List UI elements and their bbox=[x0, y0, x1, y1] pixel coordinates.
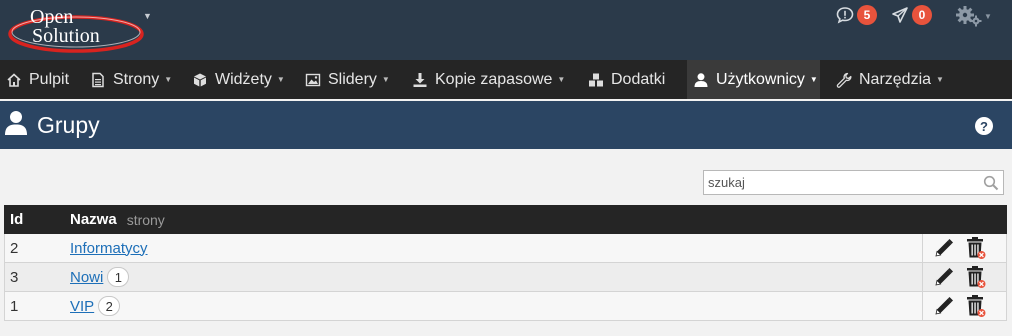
gear-icon bbox=[956, 6, 982, 27]
settings-menu[interactable]: ▼ bbox=[956, 5, 992, 27]
row-name-cell: VIP 2 bbox=[70, 292, 922, 320]
nav-item-pulpit[interactable]: Pulpit bbox=[0, 60, 69, 99]
row-name-cell: Nowi 1 bbox=[70, 263, 922, 291]
table-body: 2 Informatycy 3 Nowi 1 1 VIP 2 bbox=[4, 234, 1007, 321]
dropdown-caret-icon: ▼ bbox=[164, 75, 173, 84]
wrench-icon bbox=[836, 72, 852, 88]
comment-alert-icon bbox=[836, 7, 854, 24]
nav-label-narzedzia: Narzędzia bbox=[859, 70, 932, 88]
nav-label-strony: Strony bbox=[113, 70, 160, 88]
delete-icon[interactable] bbox=[965, 265, 987, 289]
nav-label-dodatki: Dodatki bbox=[611, 70, 666, 88]
table-row: 3 Nowi 1 bbox=[4, 263, 1007, 292]
nav-item-dodatki[interactable]: Dodatki bbox=[582, 60, 665, 99]
column-header-name-sub: strony bbox=[126, 211, 165, 228]
table-row: 2 Informatycy bbox=[4, 234, 1007, 263]
dropdown-caret-icon: ▼ bbox=[936, 75, 944, 84]
nav-item-kopie-zapasowe[interactable]: Kopie zapasowe ▼ bbox=[406, 60, 565, 99]
row-actions bbox=[922, 234, 1006, 262]
sent-notification[interactable]: 0 bbox=[891, 5, 932, 25]
nav-label-kopie-zapasowe: Kopie zapasowe bbox=[435, 70, 553, 88]
user-icon bbox=[5, 111, 27, 135]
dropdown-caret-icon: ▼ bbox=[809, 75, 818, 84]
logo-text-2: Solution bbox=[32, 25, 100, 47]
nav-label-pulpit: Pulpit bbox=[29, 70, 70, 88]
nav-label-slidery: Slidery bbox=[328, 70, 377, 88]
group-link[interactable]: Informatycy bbox=[70, 240, 148, 257]
cubes-icon bbox=[589, 73, 603, 86]
row-id: 3 bbox=[10, 268, 19, 286]
settings-caret-icon: ▼ bbox=[984, 11, 992, 21]
search-box bbox=[703, 170, 1004, 195]
groups-table: Id Nazwa strony 2 Informatycy 3 Nowi 1 1… bbox=[4, 205, 1007, 321]
search-input[interactable] bbox=[704, 172, 983, 193]
download-icon bbox=[413, 72, 427, 87]
delete-icon[interactable] bbox=[965, 294, 987, 318]
top-header: Open Solution ▼ 5 0 ▼ bbox=[0, 0, 1012, 60]
messages-count-badge: 5 bbox=[857, 5, 877, 25]
image-icon bbox=[305, 73, 321, 86]
user-icon bbox=[694, 72, 708, 87]
paper-plane-icon bbox=[892, 7, 908, 23]
dropdown-caret-icon: ▼ bbox=[276, 75, 285, 84]
row-id: 2 bbox=[10, 239, 19, 257]
sent-count-badge: 0 bbox=[912, 5, 932, 25]
dropdown-caret-icon: ▼ bbox=[381, 75, 390, 84]
page-header: Grupy ? bbox=[0, 99, 1012, 149]
row-actions bbox=[922, 263, 1006, 291]
page-title: Grupy bbox=[37, 112, 100, 138]
logo-dropdown-icon[interactable]: ▼ bbox=[143, 11, 152, 21]
group-link[interactable]: VIP bbox=[70, 298, 94, 315]
cube-icon bbox=[194, 73, 206, 86]
row-id: 1 bbox=[10, 297, 19, 315]
nav-item-widzety[interactable]: Widżety ▼ bbox=[186, 60, 285, 99]
nav-item-uzytkownicy[interactable]: Użytkownicy ▼ bbox=[687, 60, 820, 99]
delete-icon[interactable] bbox=[965, 236, 987, 260]
pages-count-badge: 1 bbox=[107, 267, 130, 287]
nav-label-uzytkownicy: Użytkownicy bbox=[716, 70, 805, 88]
edit-icon[interactable] bbox=[933, 266, 955, 288]
table-row: 1 VIP 2 bbox=[4, 292, 1007, 321]
column-header-name[interactable]: Nazwa bbox=[70, 211, 117, 228]
edit-icon[interactable] bbox=[933, 295, 955, 317]
search-icon[interactable] bbox=[983, 175, 999, 191]
home-icon bbox=[7, 72, 21, 87]
pages-count-badge: 2 bbox=[98, 296, 121, 316]
group-link[interactable]: Nowi bbox=[70, 269, 103, 286]
logo[interactable]: Open Solution bbox=[4, 2, 144, 56]
nav-item-slidery[interactable]: Slidery ▼ bbox=[299, 60, 390, 99]
nav-item-strony[interactable]: Strony ▼ bbox=[84, 60, 172, 99]
edit-icon[interactable] bbox=[933, 237, 955, 259]
main-nav: Pulpit Strony ▼ Widżety ▼ Slidery ▼ Kopi… bbox=[0, 60, 1012, 99]
nav-label-widzety: Widżety bbox=[215, 70, 272, 88]
nav-item-narzedzia[interactable]: Narzędzia ▼ bbox=[830, 60, 944, 99]
document-icon bbox=[92, 72, 104, 87]
row-name-cell: Informatycy bbox=[70, 234, 922, 262]
dropdown-caret-icon: ▼ bbox=[557, 75, 566, 84]
messages-notification[interactable]: 5 bbox=[836, 5, 877, 25]
column-header-id[interactable]: Id bbox=[4, 211, 70, 228]
row-actions bbox=[922, 292, 1006, 320]
table-header: Id Nazwa strony bbox=[4, 205, 1007, 234]
help-icon[interactable]: ? bbox=[975, 117, 993, 135]
